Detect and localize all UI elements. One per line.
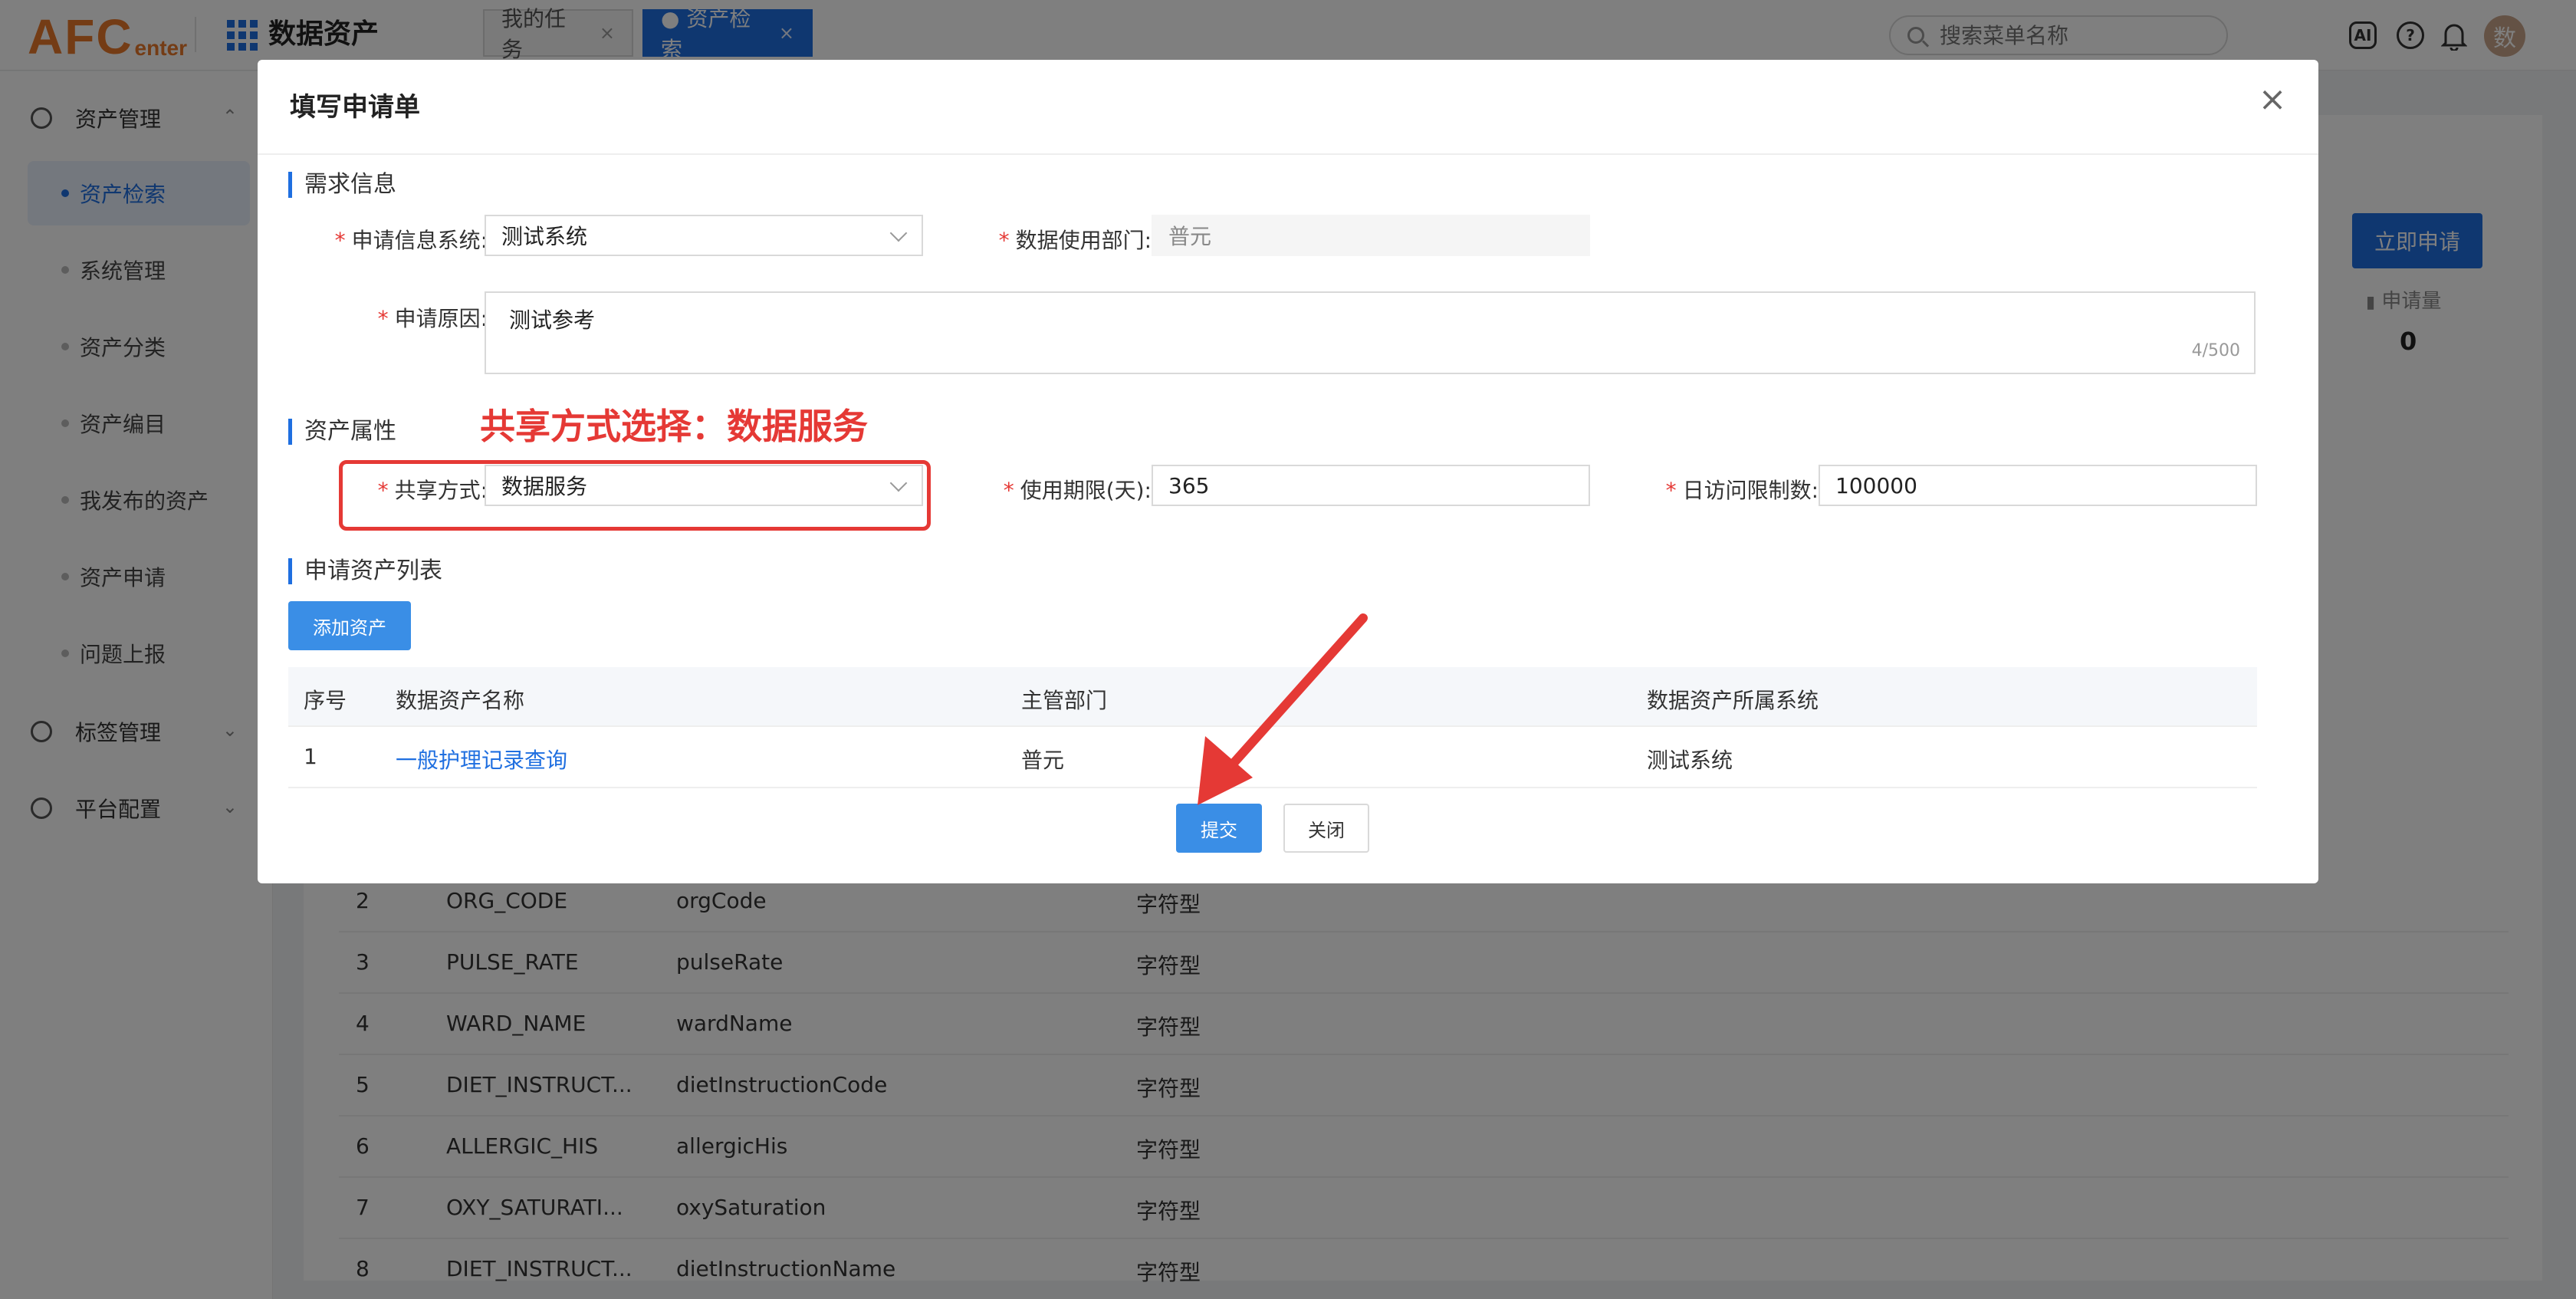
annotation-arrow-icon <box>1198 613 1368 805</box>
